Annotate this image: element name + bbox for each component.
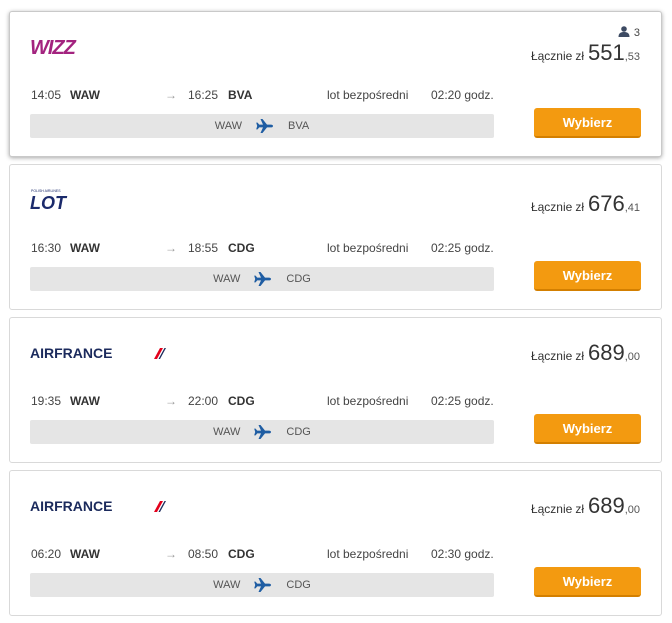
lot-logo: POLISH AIRLINES LOT — [30, 187, 80, 213]
route-to: BVA — [288, 120, 310, 132]
select-button[interactable]: Wybierz — [534, 261, 641, 291]
passenger-count: 3 — [531, 26, 640, 40]
price-block: Łącznie zł 689,00 — [531, 340, 640, 366]
arrival-airport: CDG — [228, 547, 255, 561]
air-france-logo: AIRFRANCE — [30, 340, 170, 366]
plane-icon — [256, 119, 274, 133]
flight-card[interactable]: POLISH AIRLINES LOT Łącznie zł 676,41 16:3… — [9, 164, 662, 310]
departure-airport: WAW — [70, 241, 100, 255]
person-icon — [618, 26, 630, 37]
route-from: WAW — [213, 426, 241, 438]
flight-duration: 02:30 godz. — [431, 547, 494, 561]
total-price: Łącznie zł 689,00 — [530, 493, 640, 518]
svg-text:WIZZ: WIZZ — [30, 37, 77, 59]
route-bar[interactable]: WAW CDG — [30, 267, 494, 291]
wizz-air-logo: WIZZ — [30, 34, 80, 60]
departure-airport: WAW — [70, 394, 100, 408]
route-to: CDG — [286, 426, 311, 438]
arrow-right-icon: → — [165, 241, 177, 255]
arrow-right-icon: → — [165, 394, 177, 408]
arrival-time: 18:55 — [188, 241, 219, 255]
price-block: Łącznie zł 676,41 — [531, 191, 640, 217]
flight-times: 06:20 WAW → 08:50 CDG lot bezpośredni 02… — [10, 547, 661, 563]
stops-label: lot bezpośredni — [327, 547, 409, 561]
stops-label: lot bezpośredni — [327, 88, 409, 102]
route-to: CDG — [286, 273, 311, 285]
flight-duration: 02:20 godz. — [431, 88, 494, 102]
route-bar[interactable]: WAW CDG — [30, 420, 494, 444]
departure-airport: WAW — [70, 88, 100, 102]
route-from: WAW — [213, 273, 241, 285]
total-price: Łącznie zł 551,53 — [530, 40, 640, 65]
flight-duration: 02:25 godz. — [431, 241, 494, 255]
flight-card[interactable]: WIZZ 3 Łącznie zł 551,53 14:05 WAW → 16:25… — [9, 11, 662, 157]
svg-text:LOT: LOT — [30, 193, 68, 213]
flight-card[interactable]: AIRFRANCE Łącznie zł 689,00 19:35 WAW → 22… — [9, 317, 662, 463]
route-from: WAW — [214, 120, 243, 132]
select-button[interactable]: Wybierz — [534, 567, 641, 597]
price-block: Łącznie zł 689,00 — [531, 493, 640, 519]
select-button[interactable]: Wybierz — [534, 414, 641, 444]
flight-times: 19:35 WAW → 22:00 CDG lot bezpośredni 02… — [10, 394, 661, 410]
flight-duration: 02:25 godz. — [431, 394, 494, 408]
plane-icon — [254, 272, 272, 286]
plane-icon — [254, 425, 272, 439]
plane-icon — [254, 578, 272, 592]
svg-text:AIRFRANCE: AIRFRANCE — [30, 345, 112, 361]
stops-label: lot bezpośredni — [327, 394, 409, 408]
arrow-right-icon: → — [165, 88, 177, 102]
route-from: WAW — [213, 579, 241, 591]
departure-time: 14:05 — [31, 88, 62, 102]
flight-times: 16:30 WAW → 18:55 CDG lot bezpośredni 02… — [10, 241, 661, 257]
arrival-airport: CDG — [228, 394, 255, 408]
route-bar[interactable]: WAW CDG — [30, 573, 494, 597]
total-price: Łącznie zł 689,00 — [530, 340, 640, 365]
departure-airport: WAW — [70, 547, 100, 561]
route-to: CDG — [286, 579, 311, 591]
total-price: Łącznie zł 676,41 — [530, 191, 640, 216]
arrival-time: 22:00 — [188, 394, 219, 408]
arrival-airport: CDG — [228, 241, 255, 255]
stops-label: lot bezpośredni — [327, 241, 409, 255]
arrival-time: 16:25 — [188, 88, 219, 102]
flight-card[interactable]: AIRFRANCE Łącznie zł 689,00 06:20 WAW → 08… — [9, 470, 662, 616]
departure-time: 06:20 — [31, 547, 62, 561]
svg-text:AIRFRANCE: AIRFRANCE — [30, 498, 112, 514]
route-bar[interactable]: WAW BVA — [30, 114, 494, 138]
arrow-right-icon: → — [165, 547, 177, 561]
departure-time: 16:30 — [31, 241, 62, 255]
departure-time: 19:35 — [31, 394, 62, 408]
flight-times: 14:05 WAW → 16:25 BVA lot bezpośredni 02… — [10, 88, 661, 104]
air-france-logo: AIRFRANCE — [30, 493, 170, 519]
price-block: 3 Łącznie zł 551,53 — [531, 26, 640, 66]
arrival-time: 08:50 — [188, 547, 219, 561]
select-button[interactable]: Wybierz — [534, 108, 641, 138]
arrival-airport: BVA — [228, 88, 253, 102]
